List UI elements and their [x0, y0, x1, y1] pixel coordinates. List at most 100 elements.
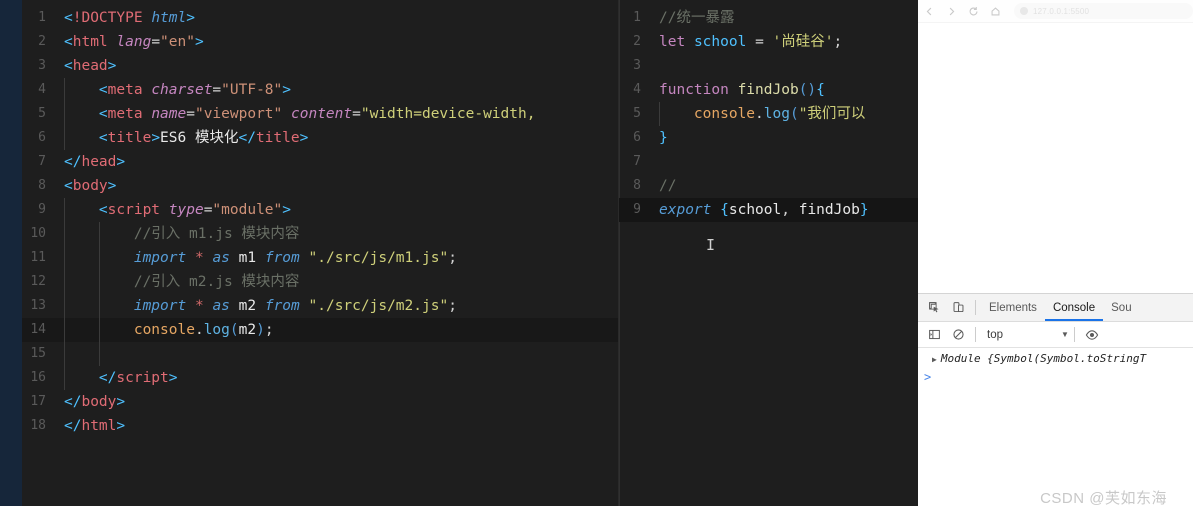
console-sidebar-icon[interactable] — [922, 323, 946, 347]
device-toolbar-icon[interactable] — [946, 296, 970, 320]
code-line[interactable]: 16 </script> — [22, 366, 618, 390]
console-toolbar: top ▼ — [918, 322, 1193, 348]
inspect-element-icon[interactable] — [922, 296, 946, 320]
code-line[interactable]: 10 //引入 m1.js 模块内容 — [22, 222, 618, 246]
code-line[interactable]: 9 export {school, findJob} — [619, 198, 918, 222]
triangle-right-icon[interactable]: ▶ — [932, 352, 937, 368]
clear-console-icon[interactable] — [946, 323, 970, 347]
code-line[interactable]: 6 <title>ES6 模块化</title> — [22, 126, 618, 150]
code-line[interactable]: 15 — [22, 342, 618, 366]
code-token: > — [107, 58, 117, 74]
code-line[interactable]: 5 console.log("我们可以 — [619, 102, 918, 126]
code-line[interactable]: 3 <head> — [22, 54, 618, 78]
indent-guide — [64, 342, 65, 366]
code-text: //统一暴露 — [651, 6, 918, 30]
code-token: findJob — [798, 202, 860, 218]
eye-icon[interactable] — [1080, 323, 1104, 347]
address-bar[interactable]: 127.0.0.1:5500 — [1014, 3, 1193, 19]
code-text: import * as m2 from "./src/js/m2.js"; — [56, 294, 618, 318]
code-token: * — [194, 298, 204, 314]
console-context-selector[interactable]: top — [981, 329, 1007, 341]
line-number: 1 — [38, 10, 46, 25]
code-line[interactable]: 11 import * as m1 from "./src/js/m1.js"; — [22, 246, 618, 270]
code-line[interactable]: 4 function findJob(){ — [619, 78, 918, 102]
line-number: 14 — [30, 322, 46, 337]
line-number: 6 — [38, 130, 46, 145]
code-token: "width=device-width, — [360, 106, 536, 122]
csdn-watermark: CSDN @芙如东海 — [1040, 490, 1167, 507]
code-line[interactable]: 8 // — [619, 174, 918, 198]
reload-icon[interactable] — [962, 0, 984, 22]
code-token: "UTF-8" — [221, 82, 283, 98]
code-line[interactable]: 13 import * as m2 from "./src/js/m2.js"; — [22, 294, 618, 318]
code-token: lang — [116, 34, 152, 50]
indent-guide — [98, 222, 100, 246]
code-line[interactable]: 8 <body> — [22, 174, 618, 198]
tab-console[interactable]: Console — [1044, 295, 1104, 321]
line-number: 3 — [38, 58, 46, 73]
code-token: findJob — [737, 82, 799, 98]
site-info-icon[interactable] — [1020, 7, 1028, 15]
code-line[interactable]: 7 — [619, 150, 918, 174]
code-text: <meta charset="UTF-8"> — [56, 78, 618, 102]
code-line[interactable]: 18 </html> — [22, 414, 618, 438]
code-text: //引入 m1.js 模块内容 — [56, 222, 618, 246]
forward-icon[interactable] — [940, 0, 962, 22]
code-token: body — [72, 178, 108, 194]
tab-sources[interactable]: Sou — [1103, 295, 1139, 321]
code-text: <body> — [56, 174, 618, 198]
code-token: //引入 m1.js 模块内容 — [133, 226, 300, 242]
home-icon[interactable] — [984, 0, 1006, 22]
code-line[interactable]: 1 <!DOCTYPE html> — [22, 6, 618, 30]
code-line[interactable]: 5 <meta name="viewport" content="width=d… — [22, 102, 618, 126]
code-line[interactable]: 6} — [619, 126, 918, 150]
code-text: <head> — [56, 54, 618, 78]
line-number: 2 — [633, 34, 641, 49]
code-token: < — [98, 82, 108, 98]
code-token: log — [203, 322, 230, 338]
code-token: > — [299, 130, 309, 146]
code-line[interactable]: 9 <script type="module"> — [22, 198, 618, 222]
code-line[interactable]: 3 — [619, 54, 918, 78]
code-token: < — [64, 178, 73, 194]
devtools-tab-bar: Elements Console Sou — [918, 294, 1193, 322]
code-token: // — [659, 178, 677, 194]
indent-guide — [64, 270, 65, 294]
line-number: 10 — [30, 226, 46, 241]
editor-pane-javascript[interactable]: 1 //统一暴露 2 let school = '尚硅谷'; 3 4 function fi… — [618, 0, 918, 506]
code-text: </head> — [56, 150, 618, 174]
tab-elements[interactable]: Elements — [981, 295, 1045, 321]
code-token: m2 — [238, 322, 257, 338]
line-number: 12 — [30, 274, 46, 289]
indent-guide — [659, 102, 660, 126]
code-line[interactable]: 2 <html lang="en"> — [22, 30, 618, 54]
code-line[interactable]: 2 let school = '尚硅谷'; — [619, 30, 918, 54]
indent-guide — [64, 294, 65, 318]
code-line[interactable]: 12 //引入 m2.js 模块内容 — [22, 270, 618, 294]
back-icon[interactable] — [918, 0, 940, 22]
code-token: html — [72, 34, 117, 50]
code-line[interactable]: 17 </body> — [22, 390, 618, 414]
editor-pane-html[interactable]: 1 <!DOCTYPE html> 2 <html lang="en"> 3 <head>… — [22, 0, 618, 506]
indent-guide — [64, 126, 65, 150]
line-number: 4 — [38, 82, 46, 97]
code-token: school — [693, 34, 747, 50]
chevron-down-icon[interactable]: ▼ — [1061, 330, 1069, 339]
code-token: > — [186, 10, 195, 26]
code-line[interactable]: 14 console.log(m2); — [22, 318, 618, 342]
code-line[interactable]: 7 </head> — [22, 150, 618, 174]
line-number: 8 — [633, 178, 641, 193]
code-text: console.log("我们可以 — [651, 102, 918, 126]
line-number: 16 — [30, 370, 46, 385]
code-line[interactable]: 4 <meta charset="UTF-8"> — [22, 78, 618, 102]
console-input-prompt[interactable]: > — [918, 368, 1193, 384]
console-message-row[interactable]: ▶ Module {Symbol(Symbol.toStringT — [918, 348, 1193, 368]
code-token: </ — [238, 130, 256, 146]
line-number: 2 — [38, 34, 46, 49]
code-line[interactable]: 1 //统一暴露 — [619, 6, 918, 30]
